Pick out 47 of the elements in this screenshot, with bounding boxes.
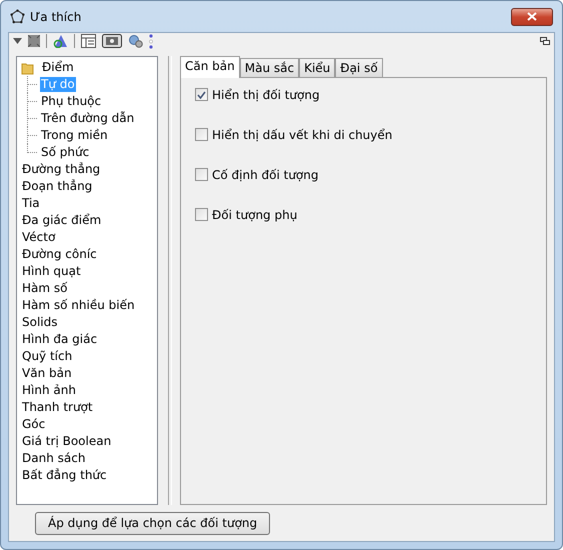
tree-item[interactable]: Trong miền [40,128,109,143]
tree-item[interactable]: Solids [21,315,58,330]
tab[interactable]: Kiểu [299,58,336,77]
tree-item[interactable]: Góc [21,417,46,432]
tab[interactable]: Màu sắc [240,58,300,77]
tree-item[interactable]: Văn bản [21,366,73,381]
tree-item[interactable]: Hình đa giác [21,332,98,347]
checkbox[interactable] [195,88,208,101]
checkbox-label: Hiển thị đối tượng [212,88,320,102]
folder-icon [21,60,35,74]
restore-icon[interactable] [540,37,550,45]
app-icon [10,9,25,24]
tree-item[interactable]: Thanh trượt [21,400,94,415]
tree-item[interactable]: Trên đường dẫn [40,111,136,126]
tree-item[interactable]: Hình quạt [21,264,82,279]
tree-item[interactable]: Danh sách [21,451,86,466]
tree-item[interactable]: Hàm số [21,281,68,296]
tree-item[interactable]: Điểm [41,60,75,75]
checkbox[interactable] [195,128,208,141]
tree-item[interactable]: Hình ảnh [21,383,77,398]
shapes-icon[interactable] [53,34,68,48]
close-button[interactable] [511,8,553,26]
tab[interactable]: Đại số [335,58,383,77]
checkbox-label: Hiển thị dấu vết khi di chuyển [212,128,392,142]
tree-item[interactable]: Phụ thuộc [40,94,102,109]
tree-item[interactable]: Đoạn thẳng [21,179,94,194]
tree-item[interactable]: Số phức [40,145,90,160]
checkbox-label: Đối tượng phụ [212,208,298,222]
checkbox[interactable] [195,168,208,181]
tree-item[interactable]: Đường côníc [21,247,98,262]
close-icon [527,12,537,21]
apply-button[interactable]: Áp dụng để lựa chọn các đối tượng [35,512,270,534]
tab[interactable]: Căn bản [180,56,240,78]
tree-item[interactable]: Véctơ [21,230,56,245]
more-icon[interactable] [149,34,153,48]
tree-item[interactable]: Quỹ tích [21,349,74,364]
tree-item[interactable]: Giá trị Boolean [21,434,112,449]
tree-item[interactable]: Bất đẳng thức [21,468,108,483]
tree-item[interactable]: Đa giác điểm [21,213,102,228]
tree-item[interactable]: Đường thẳng [21,162,102,177]
window-title: Ưa thích [30,10,82,24]
layout-icon[interactable] [81,34,96,48]
tree-item[interactable]: Tia [21,196,41,211]
tree-item[interactable]: Hàm số nhiều biến [21,298,136,313]
dropdown-icon[interactable] [13,38,22,44]
checkbox-label: Cố định đối tượng [212,168,318,182]
checkbox[interactable] [195,208,208,221]
